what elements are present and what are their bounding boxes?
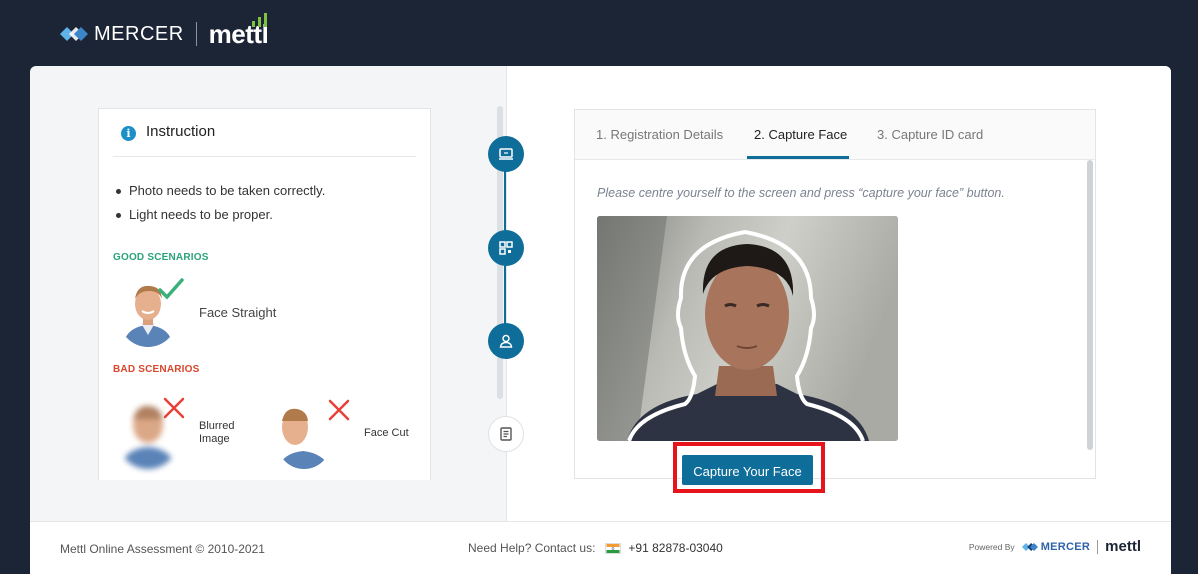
copyright-text: Mettl Online Assessment © 2010-2021: [60, 542, 265, 556]
main-card: i Instruction Photo needs to be taken co…: [30, 66, 1171, 521]
document-icon: [500, 427, 512, 441]
step-user[interactable]: [488, 323, 524, 359]
instruction-panel: i Instruction Photo needs to be taken co…: [98, 108, 431, 480]
face-cut-label: Face Cut: [364, 427, 409, 439]
webcam-preview: [597, 216, 898, 441]
laptop-icon: [499, 148, 513, 160]
help-contact: Need Help? Contact us: +91 82878-03040: [468, 541, 723, 555]
product-name: mettl: [209, 12, 269, 50]
cross-icon: [328, 399, 350, 421]
phone-number[interactable]: +91 82878-03040: [628, 541, 722, 555]
instruction-list: Photo needs to be taken correctly. Light…: [113, 183, 325, 231]
list-item: Light needs to be proper.: [113, 207, 325, 222]
tab-bar: 1. Registration Details 2. Capture Face …: [575, 110, 1095, 160]
help-text: Need Help? Contact us:: [468, 541, 596, 555]
brand-name: MERCER: [94, 22, 184, 45]
face-straight-label: Face Straight: [199, 305, 277, 320]
powered-brand: MERCER: [1040, 540, 1091, 553]
powered-by: Powered By MERCER mettl: [969, 538, 1141, 555]
list-item: Photo needs to be taken correctly.: [113, 183, 325, 198]
capture-hint: Please centre yourself to the screen and…: [597, 186, 1005, 200]
tab-capture-face[interactable]: 2. Capture Face: [754, 127, 847, 142]
panel-scrollbar[interactable]: [1087, 160, 1093, 450]
step-laptop[interactable]: [488, 136, 524, 172]
checkmark-icon: [158, 278, 184, 300]
tab-registration-details[interactable]: 1. Registration Details: [596, 127, 723, 142]
active-tab-indicator: [747, 156, 849, 159]
mercer-logo-icon: [60, 27, 88, 41]
page-footer: Mettl Online Assessment © 2010-2021 Need…: [30, 521, 1171, 574]
blurred-image-label: Blurred Image: [199, 420, 235, 445]
brand-logo[interactable]: MERCER mettl: [60, 12, 269, 52]
logo-divider: [195, 22, 197, 46]
user-icon: [499, 334, 513, 348]
app-header: MERCER mettl: [0, 0, 1198, 66]
instruction-header: i Instruction: [113, 123, 416, 157]
step-qr-code[interactable]: [488, 230, 524, 266]
qr-code-icon: [499, 241, 513, 255]
footer-logo-divider: [1097, 539, 1099, 554]
instruction-title: Instruction: [146, 123, 216, 140]
cross-icon: [163, 397, 185, 419]
step-document[interactable]: [488, 416, 524, 452]
good-scenarios-label: GOOD SCENARIOS: [113, 252, 209, 263]
capture-panel: 1. Registration Details 2. Capture Face …: [574, 109, 1096, 479]
mettl-bars-icon: [252, 12, 268, 27]
powered-by-text: Powered By: [968, 541, 1015, 552]
info-icon: i: [121, 126, 136, 141]
powered-product: mettl: [1105, 538, 1141, 555]
tab-capture-id-card[interactable]: 3. Capture ID card: [877, 127, 983, 142]
highlight-box: [673, 442, 825, 493]
bad-scenarios-label: BAD SCENARIOS: [113, 364, 200, 375]
mercer-logo-icon: [1021, 542, 1038, 551]
face-cut-image: [277, 399, 331, 469]
india-flag-icon: [605, 542, 622, 554]
